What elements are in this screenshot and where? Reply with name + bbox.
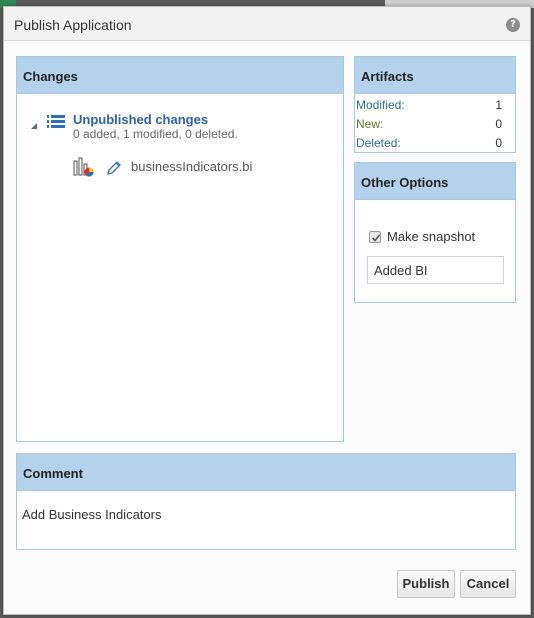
artifact-row-new: New: 0: [355, 114, 515, 133]
node-title[interactable]: Unpublished changes: [73, 112, 208, 127]
publish-dialog: Publish Application ? Changes Unpublishe…: [3, 6, 531, 615]
comment-panel: Comment Add Business Indicators: [16, 453, 516, 550]
artifact-row-deleted: Deleted: 0: [355, 133, 515, 152]
artifact-label: New:: [356, 117, 384, 131]
options-header: Other Options: [355, 163, 515, 200]
artifacts-panel: Artifacts Modified: 1 New: 0 Deleted: 0: [354, 56, 516, 153]
artifact-value: 0: [495, 117, 502, 131]
make-snapshot-label[interactable]: Make snapshot: [387, 229, 475, 244]
pencil-icon: [107, 161, 121, 175]
other-options-panel: Other Options Make snapshot: [354, 162, 516, 303]
expand-triangle-icon[interactable]: [31, 123, 37, 129]
help-icon[interactable]: ?: [506, 18, 520, 32]
changes-panel: Changes Unpublished changes 0 added, 1 m…: [16, 56, 344, 442]
node-summary: 0 added, 1 modified, 0 deleted.: [73, 127, 238, 141]
publish-button[interactable]: Publish: [397, 570, 455, 598]
artifacts-header: Artifacts: [355, 57, 515, 94]
comment-textarea[interactable]: Add Business Indicators: [22, 507, 161, 522]
artifact-value: 1: [495, 98, 502, 112]
list-icon: [47, 115, 65, 133]
artifact-label: Modified:: [356, 98, 405, 112]
dialog-titlebar: Publish Application ?: [4, 7, 530, 41]
snapshot-name-input[interactable]: [367, 256, 504, 284]
comment-header: Comment: [17, 454, 515, 491]
chart-icon: [73, 157, 94, 177]
make-snapshot-checkbox[interactable]: [369, 231, 381, 243]
cancel-button[interactable]: Cancel: [460, 570, 516, 598]
file-name[interactable]: businessIndicators.bi: [131, 159, 252, 174]
changes-header: Changes: [17, 57, 343, 94]
dialog-title: Publish Application: [14, 17, 132, 33]
artifact-row-modified: Modified: 1: [355, 95, 515, 114]
checkmark-icon: [371, 234, 381, 242]
artifact-value: 0: [495, 136, 502, 150]
artifact-label: Deleted:: [356, 136, 401, 150]
